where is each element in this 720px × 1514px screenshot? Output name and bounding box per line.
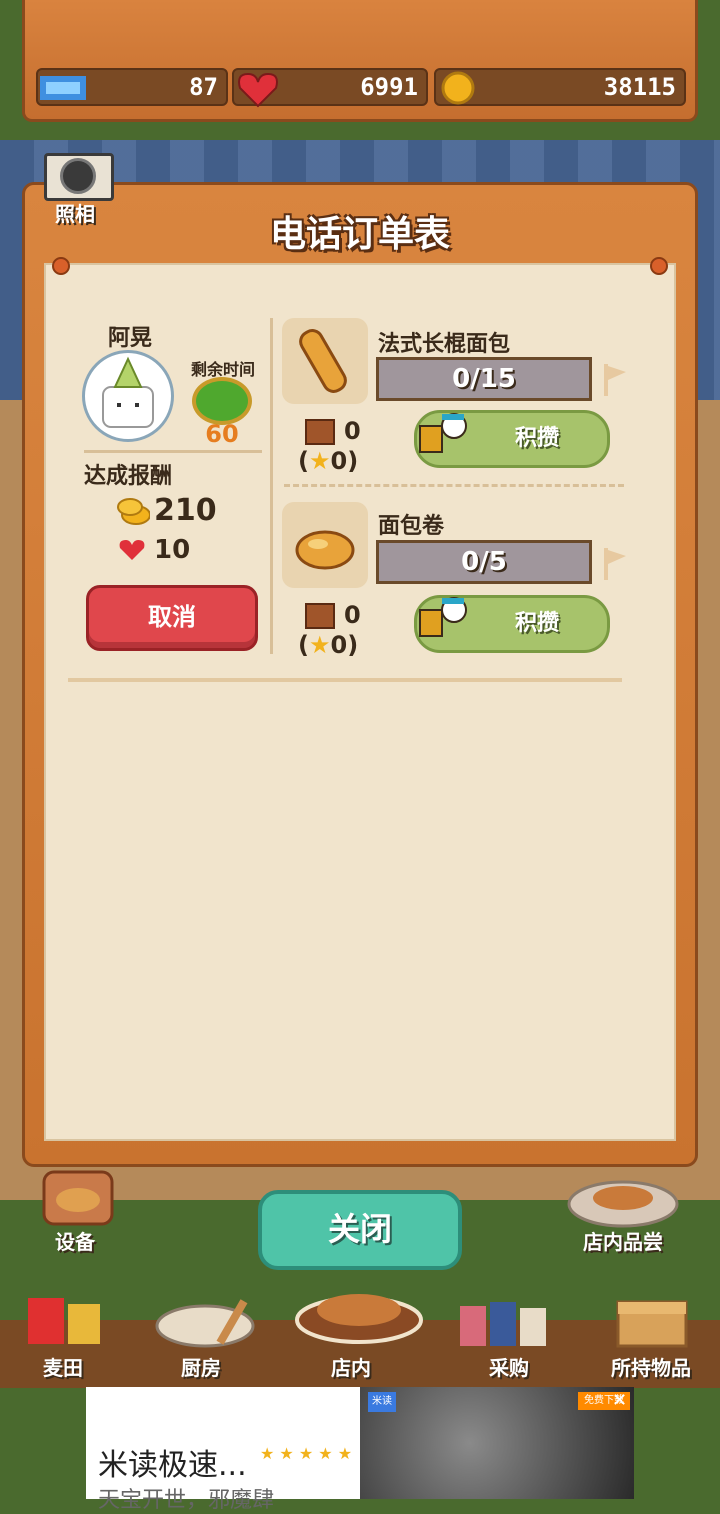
kitchen-icon[interactable] xyxy=(150,1292,260,1350)
box-icon xyxy=(305,419,335,445)
cancel-button[interactable]: 取消 xyxy=(86,585,258,651)
runner-icon xyxy=(419,597,467,637)
camera-lens xyxy=(60,158,96,194)
item-progress-bread-roll: 0/5 xyxy=(376,540,592,584)
item-separator xyxy=(284,484,624,487)
item-name-bread-roll: 面包卷 xyxy=(378,514,445,539)
camera-label: 照相 xyxy=(55,202,95,226)
baguette-icon xyxy=(299,329,347,393)
coin-icon xyxy=(441,71,475,105)
rating-stars: ★ ★ ★ ★ ★ xyxy=(260,1444,353,1463)
equipment-icon[interactable] xyxy=(40,1168,116,1228)
coin-stack-icon xyxy=(117,498,150,525)
reward-coins: 210 xyxy=(154,493,217,528)
equipment-label: 设备 xyxy=(55,1230,95,1254)
nav-store[interactable]: 店内 xyxy=(296,1352,406,1381)
item-star-baguette: (★0) xyxy=(298,447,359,475)
paper-bottom-line xyxy=(68,678,622,682)
onigiri-icon xyxy=(102,356,154,428)
tasting-icon[interactable] xyxy=(566,1170,680,1228)
purchase-icon[interactable] xyxy=(456,1296,566,1348)
vertical-divider xyxy=(270,318,273,654)
customer-name: 阿晃 xyxy=(107,326,152,351)
hearts-counter: 6991 xyxy=(232,68,428,108)
heart-icon xyxy=(238,72,278,108)
ticket-icon xyxy=(40,76,86,100)
star-icon: ★ xyxy=(308,631,331,659)
ad-title[interactable]: 米读极速... xyxy=(98,1440,247,1484)
time-value: 60 xyxy=(205,420,239,448)
ad-close-icon[interactable]: ✕ xyxy=(612,1390,627,1411)
store-icon[interactable] xyxy=(294,1280,424,1344)
coins-value: 38115 xyxy=(603,73,676,101)
resource-bar: 87 6991 38115 xyxy=(36,68,686,108)
tickets-counter: 87 xyxy=(36,68,228,106)
coins-counter: 38115 xyxy=(434,68,686,106)
close-button[interactable]: 关闭 xyxy=(258,1190,462,1270)
wheat-field-icon[interactable] xyxy=(22,1290,106,1348)
item-progress-baguette: 0/15 xyxy=(376,357,592,401)
reward-hearts: 10 xyxy=(154,535,191,565)
customer-avatar xyxy=(82,350,174,442)
reward-label: 达成报酬 xyxy=(84,464,173,489)
tasting-label: 店内品尝 xyxy=(583,1230,663,1254)
bread-roll-icon xyxy=(295,530,355,570)
nav-field[interactable]: 麦田 xyxy=(8,1352,118,1381)
nav-kitchen[interactable]: 厨房 xyxy=(146,1352,256,1381)
box-icon[interactable] xyxy=(612,1292,692,1350)
pin-icon xyxy=(52,257,70,275)
heart-icon xyxy=(119,540,145,560)
runner-icon xyxy=(419,413,467,453)
pin-icon xyxy=(650,257,668,275)
tickets-value: 87 xyxy=(189,73,218,101)
hearts-value: 6991 xyxy=(360,73,418,101)
item-name-baguette: 法式长棍面包 xyxy=(378,332,511,357)
nav-inventory[interactable]: 所持物品 xyxy=(596,1352,706,1381)
item-stock-baguette: 0 xyxy=(344,417,361,445)
divider xyxy=(84,450,262,453)
app-badge: 米读 xyxy=(368,1392,396,1412)
bread-roll-thumbnail xyxy=(282,502,368,588)
baguette-thumbnail xyxy=(282,318,368,404)
item-stock-bread-roll: 0 xyxy=(344,601,361,629)
timer-icon xyxy=(192,377,252,425)
item-star-bread-roll: (★0) xyxy=(298,631,359,659)
nav-purchase[interactable]: 采购 xyxy=(454,1352,564,1381)
flag-icon xyxy=(604,364,626,396)
flag-icon xyxy=(604,548,626,580)
ad-subtitle: 天宝开世，邪魔肆 xyxy=(98,1488,275,1513)
box-icon xyxy=(305,603,335,629)
star-icon: ★ xyxy=(308,447,331,475)
